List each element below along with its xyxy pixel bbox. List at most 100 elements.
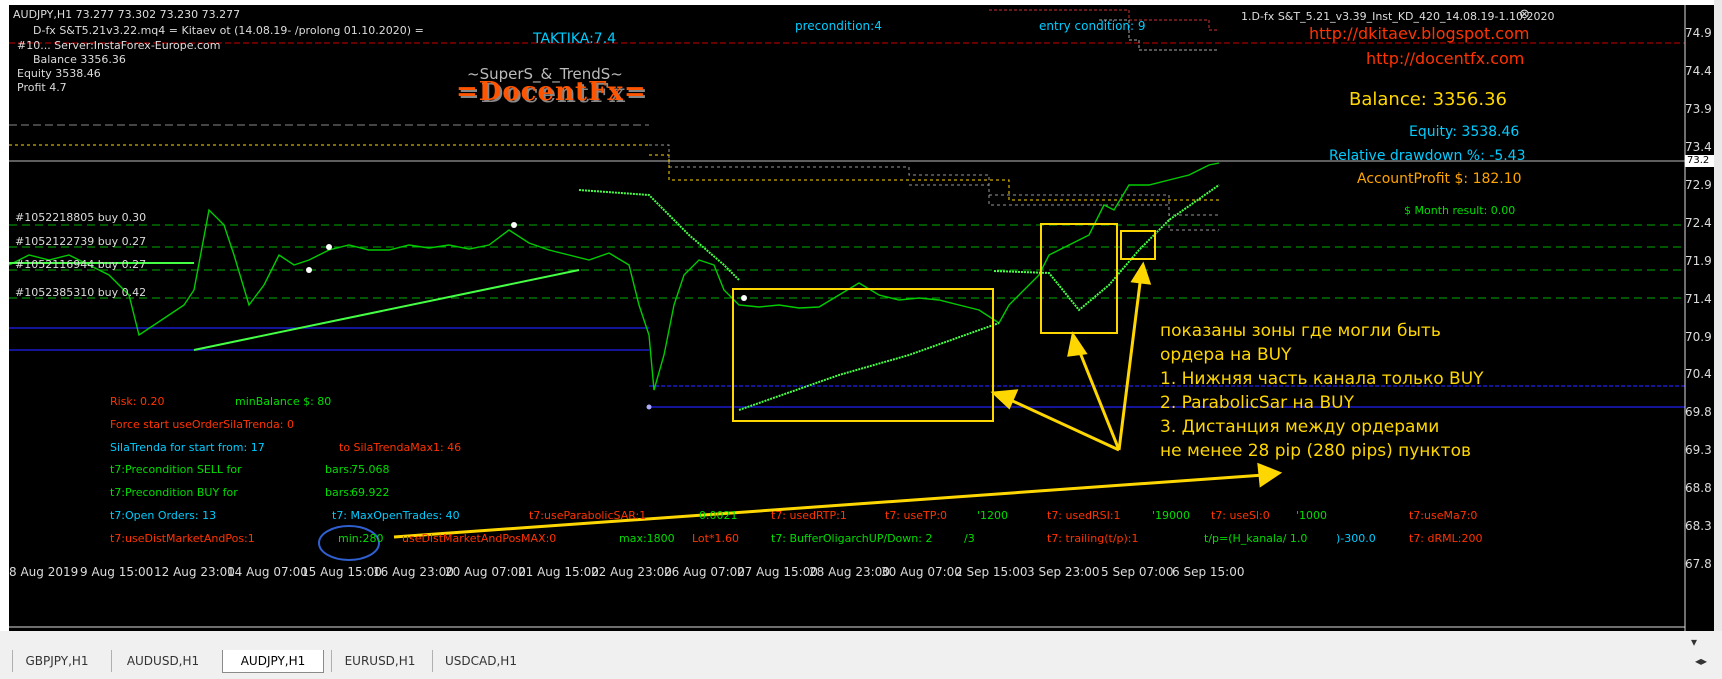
- time-axis-label: 12 Aug 23:00: [154, 565, 235, 579]
- ea-info: D-fx S&T5.21v3.22.mq4 = Kitaev ot (14.08…: [33, 24, 424, 37]
- time-axis-label: 28 Aug 23:00: [809, 565, 890, 579]
- trailing: t7: trailing(t/p):1: [1047, 532, 1139, 545]
- drml: t7: dRML:200: [1409, 532, 1483, 545]
- use-ma: t7:useMa7:0: [1409, 509, 1478, 522]
- relative-drawdown: Relative drawdown %: -5.43: [1329, 148, 1526, 164]
- time-axis-label: 16 Aug 23:00: [373, 565, 454, 579]
- precondition-label: precondition:4: [795, 19, 882, 33]
- annotation-line: не менее 28 pip (280 pips) пунктов: [1160, 441, 1472, 461]
- order-label: #1052385310 buy 0.42: [15, 286, 147, 299]
- buffer-oligarch: t7: BufferOligarchUP/Down: 2: [771, 532, 933, 545]
- order-marker: [511, 222, 517, 228]
- time-axis-label: 26 Aug 07:00: [664, 565, 745, 579]
- vertical-scrollbar[interactable]: [1714, 0, 1722, 631]
- min-balance-label: minBalance $: 80: [235, 395, 332, 408]
- taktika-label: TAKTIKA:7.4: [533, 31, 617, 47]
- time-axis-label: 20 Aug 07:00: [445, 565, 526, 579]
- server-info: #10... Server:InstaForex-Europe.com: [17, 39, 221, 52]
- price-scale-label: 68.3: [1685, 519, 1712, 533]
- sila-max-label: to SilaTrendaMax1: 46: [339, 441, 462, 454]
- price-scale-label: 70.4: [1685, 367, 1712, 381]
- time-axis-label: 8 Aug 2019: [9, 565, 79, 579]
- balance-big: Balance: 3356.36: [1349, 89, 1508, 110]
- time-axis-label: 15 Aug 15:00: [301, 565, 382, 579]
- url-blog[interactable]: http://dkitaev.blogspot.com: [1309, 26, 1529, 42]
- time-axis-label: 2 Sep 15:00: [955, 565, 1028, 579]
- sell-value: 75.068: [351, 463, 390, 476]
- account-profit: AccountProfit $: 182.10: [1357, 171, 1522, 187]
- annotation-line: 1. Нижняя часть канала только BUY: [1160, 369, 1484, 389]
- sl-value: '1000: [1296, 509, 1328, 522]
- chart-window[interactable]: AUDJPY,H1 73.277 73.302 73.230 73.277 D-…: [9, 5, 1714, 631]
- month-result: $ Month result: 0.00: [1404, 204, 1516, 217]
- price-candles: [9, 162, 1220, 391]
- equity-big: Equity: 3538.46: [1409, 124, 1520, 140]
- price-scale-label: 68.8: [1685, 481, 1712, 495]
- tp-channel: t/p=(H_kanala/ 1.0: [1204, 532, 1308, 545]
- order-label: #1052122739 buy 0.27: [15, 235, 147, 248]
- time-axis-label: 22 Aug 23:00: [591, 565, 672, 579]
- max-distance: max:1800: [619, 532, 675, 545]
- close-icon[interactable]: ⊗: [1519, 8, 1530, 22]
- annotation-line: ордера на BUY: [1160, 345, 1292, 365]
- indicator-name: 1.D-fx S&T_5.21_v3.39_Inst_KD_420_14.08.…: [1241, 10, 1555, 23]
- tab-audjpy[interactable]: AUDJPY,H1: [222, 650, 324, 673]
- used-rsi: t7: usedRSI:1: [1047, 509, 1121, 522]
- tp-value: '1200: [977, 509, 1009, 522]
- annotation-line: 2. ParabolicSar на BUY: [1160, 393, 1354, 413]
- sila-start-label: SilaTrenda for start from: 17: [110, 441, 265, 454]
- min-distance: min:280: [338, 532, 384, 545]
- order-marker: [741, 295, 747, 301]
- price-scale-label: 73.9: [1685, 102, 1712, 116]
- price-scale-label: 69.8: [1685, 405, 1712, 419]
- price-scale-label: 74.9: [1685, 26, 1712, 40]
- bars-buy: bars:: [325, 486, 353, 499]
- balance-small: Balance 3356.36: [33, 53, 126, 66]
- docentfx-logo: =DocentFx=: [456, 77, 647, 107]
- precondition-buy: t7:Precondition BUY for: [110, 486, 238, 499]
- annotation-arrows: [393, 261, 1283, 539]
- annotation-line: показаны зоны где могли быть: [1160, 321, 1441, 341]
- price-scale-label: 72.4: [1685, 216, 1712, 230]
- bars-sell: bars:: [325, 463, 353, 476]
- price-scale-label: 71.4: [1685, 292, 1712, 306]
- tab-eurusd[interactable]: EURUSD,H1: [331, 650, 428, 672]
- time-axis-label: 27 Aug 15:00: [737, 565, 818, 579]
- tab-audusd[interactable]: AUDUSD,H1: [111, 650, 214, 672]
- time-axis-label: 21 Aug 15:00: [518, 565, 599, 579]
- zone-box-3: [1120, 230, 1156, 260]
- tab-usdcad[interactable]: USDCAD,H1: [432, 650, 529, 672]
- tabs-arrow-icon[interactable]: ▾: [1691, 635, 1697, 649]
- time-axis-label: 9 Aug 15:00: [80, 565, 154, 579]
- tab-gbpjpy[interactable]: GBPJPY,H1: [12, 650, 101, 672]
- order-marker: [326, 244, 332, 250]
- order-label: #1052218805 buy 0.30: [15, 211, 147, 224]
- order-marker: [646, 404, 652, 410]
- sar-up-line: [738, 322, 1000, 411]
- risk-label: Risk: 0.20: [110, 395, 165, 408]
- channel-rise-line: [193, 269, 580, 351]
- zone-box-1: [732, 288, 994, 422]
- tabs-scroll-icon[interactable]: ◂▸: [1695, 654, 1707, 668]
- max-open-trades: t7: MaxOpenTrades: 40: [332, 509, 460, 522]
- annotation-text: показаны зоны где могли быть ордера на B…: [1160, 319, 1484, 463]
- profit-small: Profit 4.7: [17, 81, 67, 94]
- symbol-info: AUDJPY,H1 73.277 73.302 73.230 73.277: [13, 8, 241, 21]
- time-axis-label: 3 Sep 23:00: [1027, 565, 1100, 579]
- use-dist-max: useDistMarketAndPosMAX:0: [402, 532, 557, 545]
- order-marker: [306, 267, 312, 273]
- price-scale-label: 70.9: [1685, 330, 1712, 344]
- price-scale-label: 71.9: [1685, 254, 1712, 268]
- use-sl: t7: useSl:0: [1211, 509, 1270, 522]
- order-label: #1052116944 buy 0.27: [15, 258, 147, 271]
- price-scale-label: 72.9: [1685, 178, 1712, 192]
- price-scale-label: 74.4: [1685, 64, 1712, 78]
- lot-multiplier: Lot*1.60: [692, 532, 739, 545]
- time-axis-label: 30 Aug 07:00: [881, 565, 962, 579]
- buffer-divisor: /3: [964, 532, 975, 545]
- url-site[interactable]: http://docentfx.com: [1366, 51, 1524, 67]
- precondition-sell: t7:Precondition SELL for: [110, 463, 242, 476]
- time-axis-label: 5 Sep 07:00: [1101, 565, 1174, 579]
- price-marker: 73.2: [1687, 155, 1710, 166]
- equity-small: Equity 3538.46: [17, 67, 101, 80]
